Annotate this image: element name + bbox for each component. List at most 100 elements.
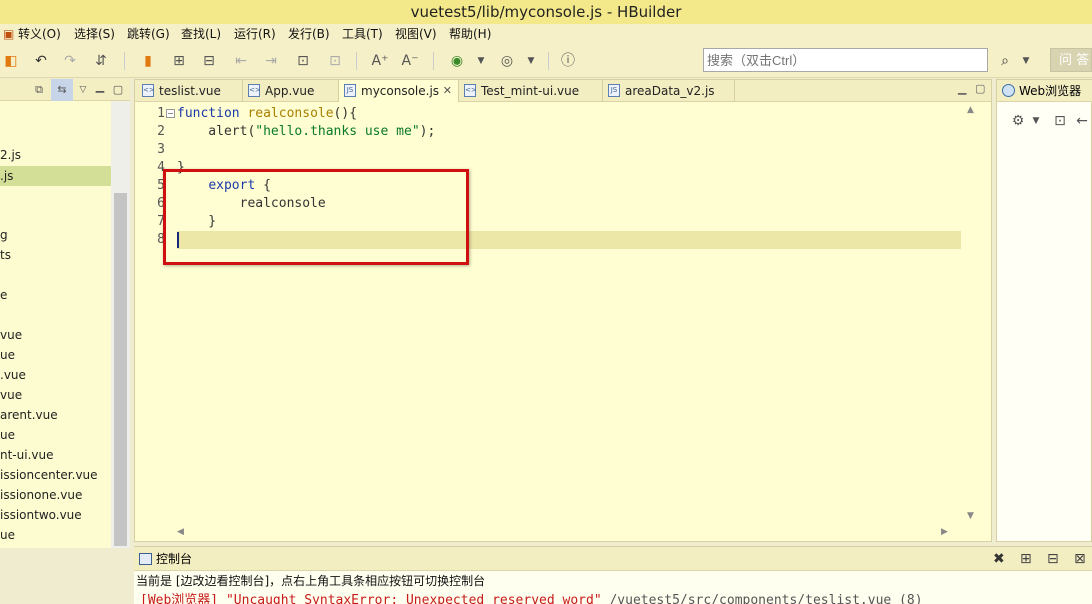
menu-bar: ▣ 转义(O) 选择(S) 跳转(G) 查找(L) 运行(R) 发行(B) 工具… bbox=[0, 24, 1092, 44]
font-decrease-icon[interactable]: A⁻ bbox=[399, 50, 421, 72]
tree-item[interactable]: arent.vue bbox=[0, 407, 58, 423]
line-number: 1 bbox=[157, 106, 165, 121]
tree-item[interactable]: .js bbox=[0, 166, 111, 186]
console-tab-bar: 控制台 ✖ ⊞ ⊟ ⊠ bbox=[134, 547, 1092, 571]
menu-tools[interactable]: 工具(T) bbox=[342, 24, 383, 44]
editor-vertical-scrollbar[interactable]: ▲ ▼ bbox=[963, 103, 979, 525]
save-all-icon[interactable]: ⊡ bbox=[324, 50, 346, 72]
menu-find[interactable]: 查找(L) bbox=[181, 24, 221, 44]
menu-edge-icon[interactable]: ▣ bbox=[3, 24, 14, 44]
save-icon[interactable]: ⊡ bbox=[292, 50, 314, 72]
tab-label: Test_mint-ui.vue bbox=[481, 84, 580, 98]
line-number: 8 bbox=[157, 232, 165, 247]
search-input[interactable] bbox=[703, 48, 988, 72]
browser-dropdown-icon[interactable]: ▼ bbox=[520, 50, 542, 72]
tab-test-mint-ui-vue[interactable]: <> Test_mint-ui.vue bbox=[459, 80, 603, 102]
tab-label: Web浏览器 bbox=[1019, 84, 1082, 98]
globe-icon bbox=[1002, 84, 1015, 97]
format-icon[interactable]: ⇵ bbox=[90, 50, 112, 72]
tree-item[interactable]: vue bbox=[0, 327, 22, 343]
undo-icon[interactable]: ↶ bbox=[30, 50, 52, 72]
console-settings-icon[interactable]: ⊞ bbox=[1020, 551, 1032, 567]
scroll-right-icon[interactable]: ▶ bbox=[941, 527, 948, 537]
tab-myconsole-js[interactable]: JS myconsole.js ✕ bbox=[339, 80, 459, 102]
tree-item[interactable]: ue bbox=[0, 527, 15, 543]
menu-select[interactable]: 选择(S) bbox=[74, 24, 115, 44]
console-error-line[interactable]: [Web浏览器] "Uncaught SyntaxError: Unexpect… bbox=[140, 593, 923, 604]
tree-item[interactable]: ue bbox=[0, 427, 15, 443]
import-icon[interactable]: ⊟ bbox=[198, 50, 220, 72]
vue-file-icon: <> bbox=[464, 84, 477, 97]
scroll-down-icon[interactable]: ▼ bbox=[967, 511, 974, 521]
browser-preview-icon[interactable]: ◎ bbox=[496, 50, 518, 72]
explorer-scrollbar[interactable] bbox=[111, 101, 130, 548]
tree-item[interactable]: g bbox=[0, 227, 8, 243]
editor-maximize-icon[interactable]: ▢ bbox=[975, 82, 985, 95]
js-file-icon: JS bbox=[608, 84, 620, 97]
back-arrow-icon[interactable]: ← bbox=[1071, 110, 1092, 132]
tree-item[interactable]: nt-ui.vue bbox=[0, 447, 53, 463]
tab-app-vue[interactable]: <> App.vue bbox=[243, 80, 339, 102]
tree-item[interactable]: .vue bbox=[0, 367, 26, 383]
search-icon[interactable]: ⌕ bbox=[994, 50, 1016, 72]
line-number: 5 bbox=[157, 178, 165, 193]
line-number: 4 bbox=[157, 160, 165, 175]
annotation-highlight-box bbox=[163, 169, 469, 265]
console-hint: 当前是 [边改边看控制台]，点右上角工具条相应按钮可切换控制台 bbox=[136, 574, 486, 588]
prev-location-icon[interactable]: ⇤ bbox=[230, 50, 252, 72]
menu-run[interactable]: 运行(R) bbox=[234, 24, 276, 44]
tab-teslist-vue[interactable]: <> teslist.vue bbox=[137, 80, 243, 102]
clear-console-icon[interactable]: ✖ bbox=[993, 551, 1005, 567]
code-line-2[interactable]: alert("hello.thanks use me"); bbox=[177, 123, 435, 141]
console-lock-icon[interactable]: ⊟ bbox=[1047, 551, 1059, 567]
tree-item[interactable]: issionone.vue bbox=[0, 487, 82, 503]
bookmark-icon[interactable]: ▮ bbox=[137, 50, 159, 72]
line-number: 6 bbox=[157, 196, 165, 211]
menu-help[interactable]: 帮助(H) bbox=[449, 24, 491, 44]
run-dropdown-icon[interactable]: ▼ bbox=[470, 50, 492, 72]
collapse-all-icon[interactable]: ⧉ bbox=[28, 79, 50, 101]
search-dropdown-icon[interactable]: ▼ bbox=[1015, 50, 1037, 72]
tab-web-browser[interactable]: Web浏览器 bbox=[997, 80, 1092, 102]
window-title-bar: vuetest5/lib/myconsole.js - HBuilder bbox=[0, 0, 1092, 24]
editor-horizontal-scrollbar[interactable]: ◀ ▶ bbox=[171, 525, 961, 541]
console-icon bbox=[139, 553, 152, 565]
console-toggle-icon[interactable]: ⊡ bbox=[1049, 110, 1071, 132]
scroll-left-icon[interactable]: ◀ bbox=[177, 527, 184, 537]
tab-areadata-v2-js[interactable]: JS areaData_v2.js bbox=[603, 80, 735, 102]
run-icon[interactable]: ◉ bbox=[446, 50, 468, 72]
link-editor-icon[interactable]: ⇆ bbox=[51, 79, 73, 101]
editor-tab-bar: <> teslist.vue <> App.vue JS myconsole.j… bbox=[135, 80, 991, 102]
line-number-gutter: 1 2 3 4 5 6 7 8 bbox=[135, 103, 171, 523]
code-editor: <> teslist.vue <> App.vue JS myconsole.j… bbox=[134, 79, 992, 542]
menu-view[interactable]: 视图(V) bbox=[395, 24, 437, 44]
menu-goto[interactable]: 跳转(G) bbox=[127, 24, 170, 44]
tree-item[interactable]: ue bbox=[0, 347, 15, 363]
console-panel: 控制台 ✖ ⊞ ⊟ ⊠ 当前是 [边改边看控制台]，点右上角工具条相应按钮可切换… bbox=[134, 546, 1092, 604]
scroll-up-icon[interactable]: ▲ bbox=[967, 105, 974, 115]
settings-dropdown-icon[interactable]: ▼ bbox=[1025, 110, 1047, 132]
fold-toggle-icon[interactable]: − bbox=[166, 109, 175, 118]
menu-convert[interactable]: 转义(O) bbox=[18, 24, 61, 44]
ask-button[interactable]: 问 答 bbox=[1050, 48, 1092, 72]
tree-item[interactable]: ts bbox=[0, 247, 11, 263]
info-icon[interactable]: ⓘ bbox=[557, 50, 579, 72]
next-location-icon[interactable]: ⇥ bbox=[260, 50, 282, 72]
partial-tool-icon[interactable]: ◧ bbox=[0, 50, 22, 72]
menu-publish[interactable]: 发行(B) bbox=[288, 24, 330, 44]
code-line-1[interactable]: function realconsole(){ bbox=[177, 105, 357, 123]
console-open-icon[interactable]: ⊠ bbox=[1074, 551, 1086, 567]
editor-minimize-icon[interactable]: ▁ bbox=[958, 82, 966, 95]
tree-item[interactable]: e bbox=[0, 287, 7, 303]
maximize-icon[interactable]: ▢ bbox=[107, 79, 129, 101]
font-increase-icon[interactable]: A⁺ bbox=[369, 50, 391, 72]
tree-item[interactable]: vue bbox=[0, 387, 22, 403]
console-tab-label[interactable]: 控制台 bbox=[156, 547, 192, 571]
new-file-icon[interactable]: ⊞ bbox=[168, 50, 190, 72]
tree-item[interactable]: issiontwo.vue bbox=[0, 507, 82, 523]
close-tab-icon[interactable]: ✕ bbox=[443, 80, 452, 102]
tree-item[interactable]: issioncenter.vue bbox=[0, 467, 98, 483]
tree-item[interactable]: 2.js bbox=[0, 147, 21, 163]
explorer-scroll-thumb[interactable] bbox=[114, 193, 127, 546]
redo-icon[interactable]: ↷ bbox=[59, 50, 81, 72]
